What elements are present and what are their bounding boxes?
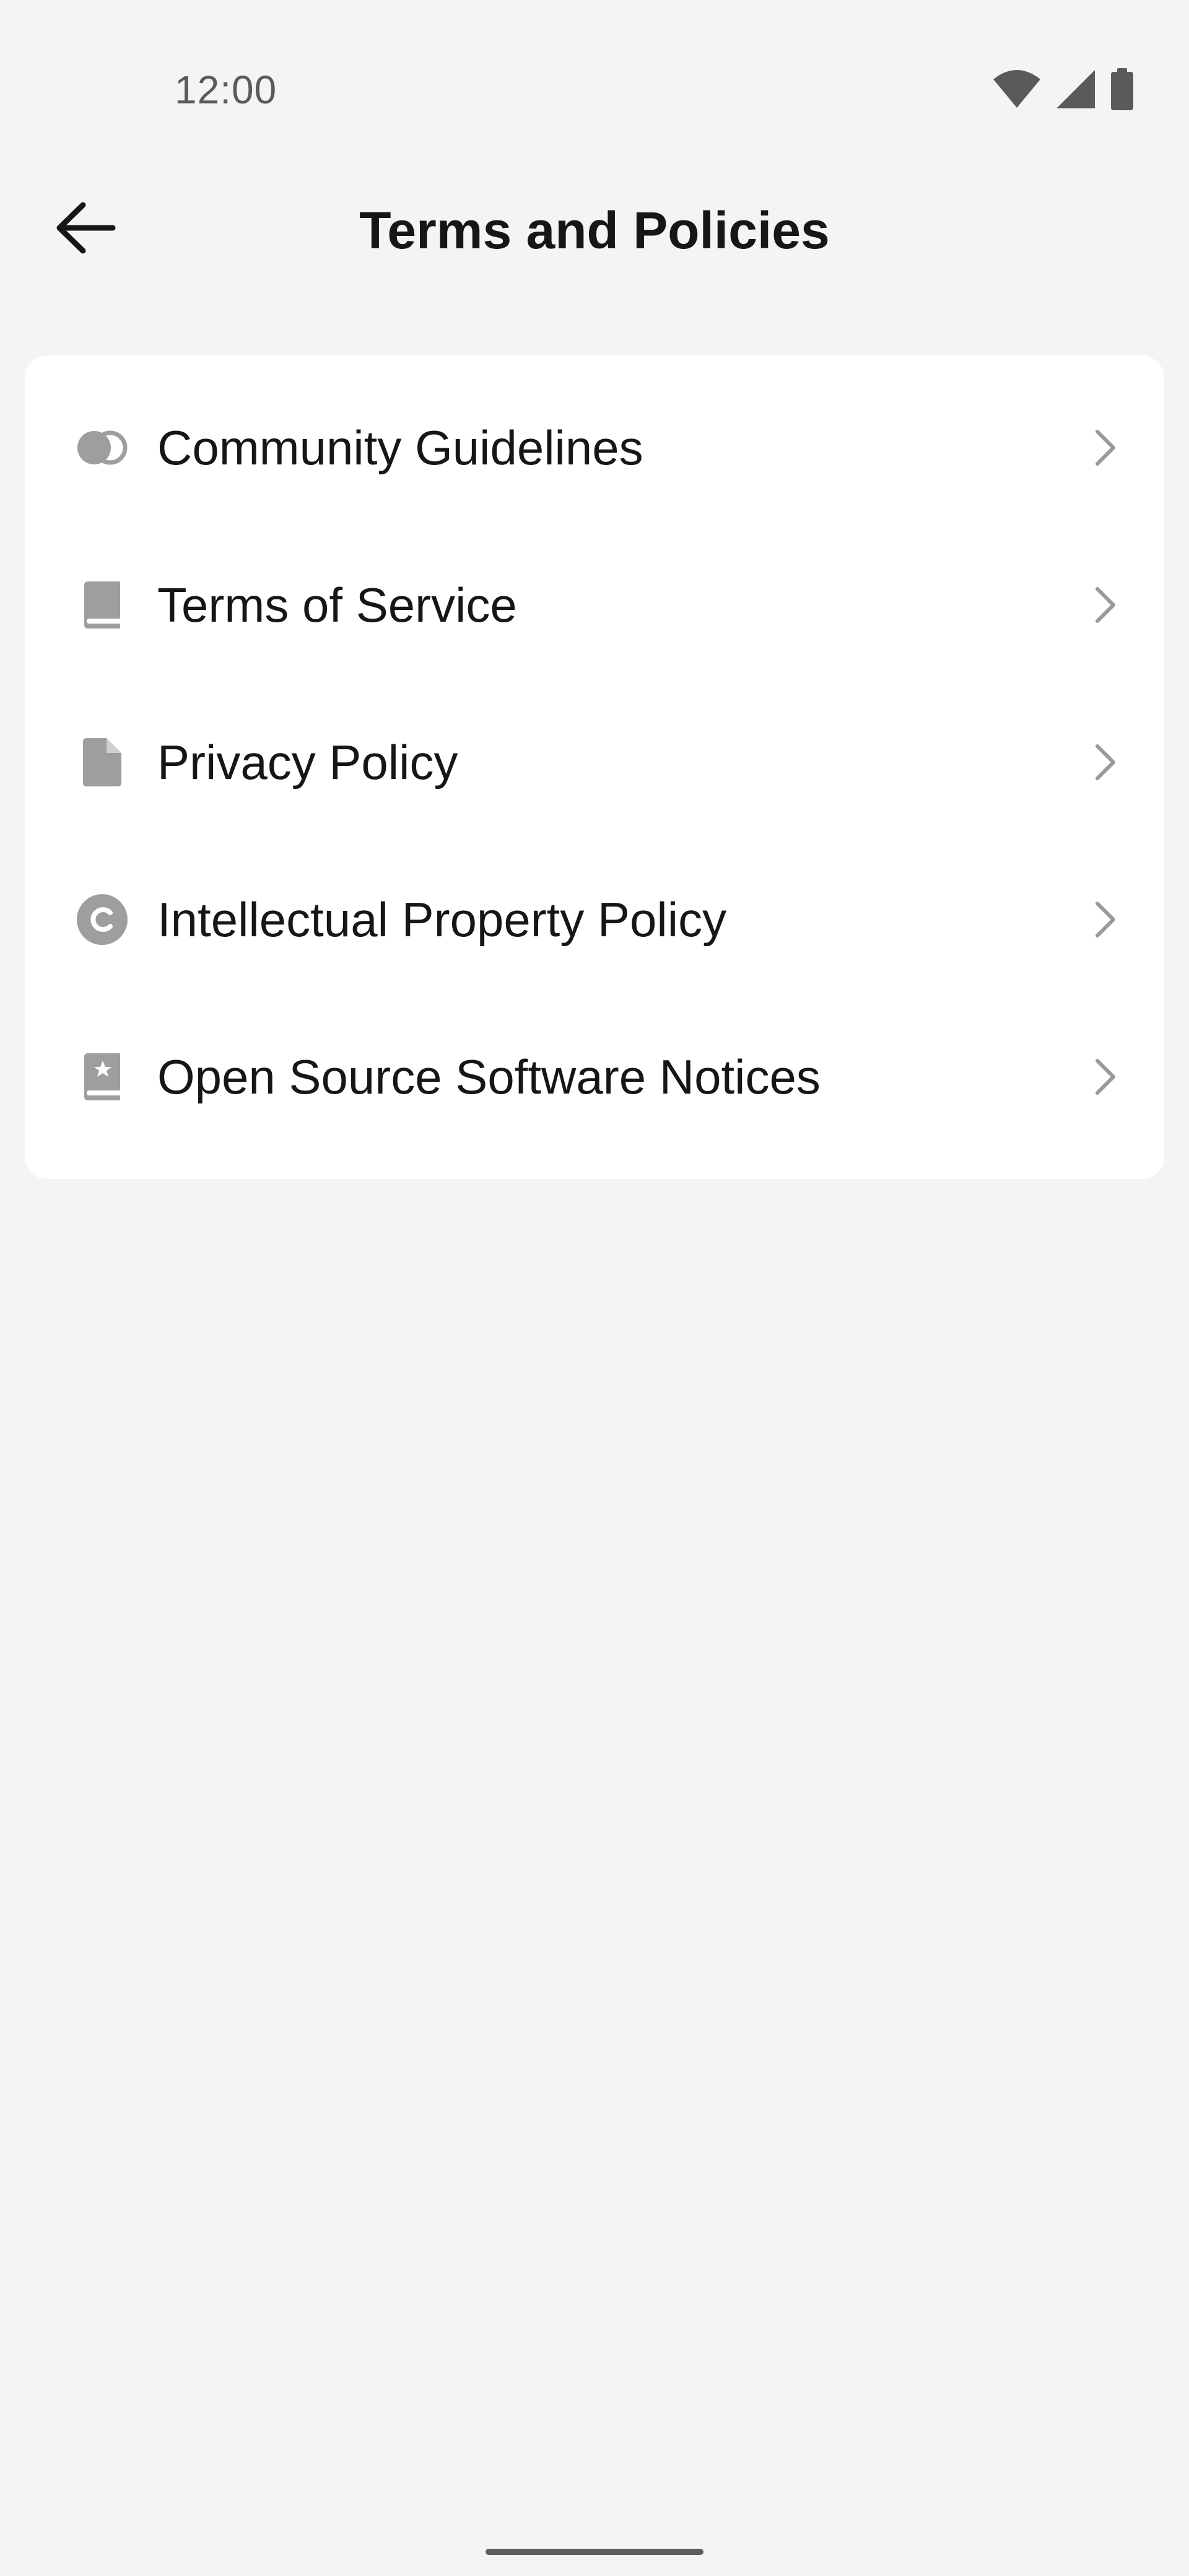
status-icons — [992, 68, 1135, 110]
list-item-privacy-policy[interactable]: Privacy Policy — [25, 684, 1164, 841]
list-item-open-source-notices[interactable]: Open Source Software Notices — [25, 998, 1164, 1155]
document-icon — [74, 734, 130, 790]
toggle-circles-icon — [74, 420, 130, 476]
item-label: Intellectual Property Policy — [157, 892, 727, 947]
status-bar: 12:00 — [0, 0, 1189, 186]
list-item-terms-of-service[interactable]: Terms of Service — [25, 526, 1164, 684]
terms-list: Community Guidelines Terms of Service Pr… — [25, 369, 1164, 1155]
item-label: Privacy Policy — [157, 734, 458, 790]
wifi-icon — [992, 69, 1042, 109]
app-header: Terms and Policies — [0, 186, 1189, 272]
item-label: Community Guidelines — [157, 420, 643, 475]
chevron-right-icon — [1086, 577, 1123, 633]
item-label: Terms of Service — [157, 577, 517, 632]
chevron-right-icon — [1086, 1049, 1123, 1105]
item-label: Open Source Software Notices — [157, 1049, 821, 1104]
list-item-community-guidelines[interactable]: Community Guidelines — [25, 369, 1164, 526]
book-icon — [74, 577, 130, 633]
star-book-icon — [74, 1049, 130, 1105]
list-item-intellectual-property-policy[interactable]: Intellectual Property Policy — [25, 841, 1164, 998]
chevron-right-icon — [1086, 892, 1123, 947]
chevron-right-icon — [1086, 420, 1123, 476]
chevron-right-icon — [1086, 734, 1123, 790]
signal-icon — [1055, 69, 1096, 110]
copyright-icon — [74, 892, 130, 947]
battery-icon — [1110, 68, 1135, 110]
home-indicator[interactable] — [486, 2549, 703, 2555]
status-time: 12:00 — [175, 67, 277, 112]
terms-card: Community Guidelines Terms of Service Pr… — [25, 355, 1164, 1179]
page-title: Terms and Policies — [359, 201, 830, 259]
